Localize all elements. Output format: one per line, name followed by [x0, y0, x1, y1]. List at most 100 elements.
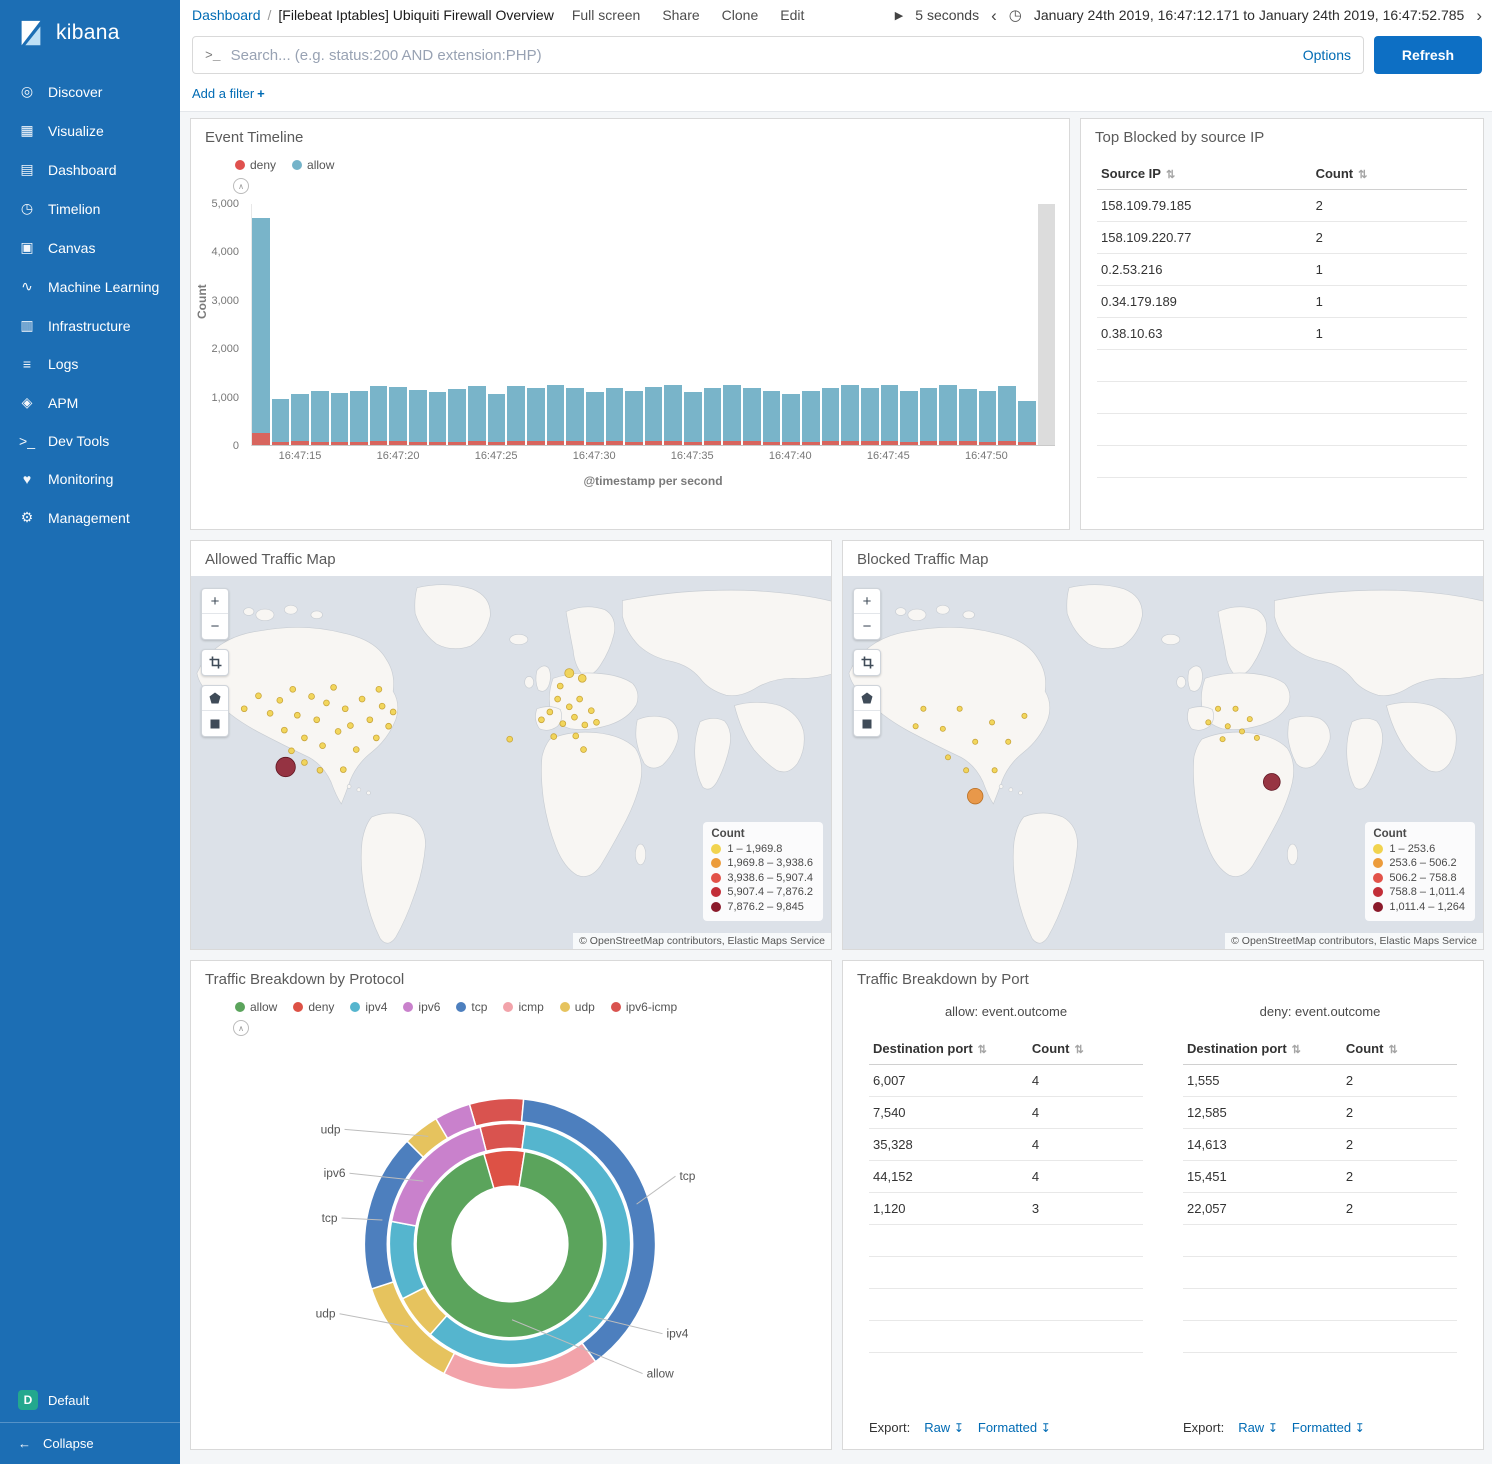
sidebar-item-monitoring[interactable]: ♥Monitoring	[0, 460, 180, 498]
map-data-point[interactable]	[989, 720, 994, 725]
column-header-count[interactable]: Count⇅	[1342, 1033, 1457, 1065]
map-data-point[interactable]	[324, 700, 330, 706]
timeline-bar[interactable]	[606, 204, 624, 445]
time-next-icon[interactable]: ›	[1476, 7, 1482, 24]
time-range[interactable]: January 24th 2019, 16:47:12.171 to Janua…	[1034, 7, 1464, 23]
timeline-bar[interactable]	[566, 204, 584, 445]
timeline-bar[interactable]	[802, 204, 820, 445]
map-data-point[interactable]	[940, 726, 945, 731]
timeline-bar[interactable]	[822, 204, 840, 445]
map-data-point[interactable]	[957, 706, 962, 711]
timeline-bar[interactable]	[311, 204, 329, 445]
map-data-point[interactable]	[1263, 774, 1280, 791]
map-data-point[interactable]	[289, 748, 295, 754]
map-data-point[interactable]	[320, 743, 326, 749]
map-data-point[interactable]	[379, 703, 385, 709]
legend-collapse-button[interactable]: ∧	[233, 1020, 249, 1036]
map-data-point[interactable]	[551, 734, 557, 740]
map-data-point[interactable]	[386, 723, 392, 729]
kibana-logo[interactable]: kibana	[0, 0, 180, 72]
search-box[interactable]: >_ Options	[192, 36, 1364, 74]
map-data-point[interactable]	[302, 760, 308, 766]
timeline-bar[interactable]	[331, 204, 349, 445]
map-data-point[interactable]	[1006, 739, 1011, 744]
timeline-bar[interactable]	[684, 204, 702, 445]
blocked-map-area[interactable]: + −	[843, 576, 1483, 949]
play-icon[interactable]: ▶	[895, 9, 903, 22]
protocol-legend-item-tcp[interactable]: tcp	[456, 1000, 487, 1014]
map-data-point[interactable]	[347, 723, 353, 729]
timeline-bar[interactable]	[861, 204, 879, 445]
map-data-point[interactable]	[373, 735, 379, 741]
protocol-legend-item-udp[interactable]: udp	[560, 1000, 595, 1014]
timeline-bar[interactable]	[1018, 204, 1036, 445]
timeline-bar[interactable]	[841, 204, 859, 445]
draw-polygon-button[interactable]	[202, 686, 228, 711]
sidebar-item-logs[interactable]: ≡Logs	[0, 345, 180, 383]
map-data-point[interactable]	[276, 757, 295, 776]
map-data-point[interactable]	[555, 696, 561, 702]
sidebar-item-machine-learning[interactable]: ∿Machine Learning	[0, 267, 180, 306]
draw-rectangle-button[interactable]	[202, 711, 228, 736]
protocol-legend-item-ipv6-icmp[interactable]: ipv6-icmp	[611, 1000, 677, 1014]
map-data-point[interactable]	[1206, 720, 1211, 725]
timeline-bar[interactable]	[547, 204, 565, 445]
map-data-point[interactable]	[945, 755, 950, 760]
timeline-bar[interactable]	[370, 204, 388, 445]
map-data-point[interactable]	[294, 712, 300, 718]
sidebar-item-timelion[interactable]: ◷Timelion	[0, 189, 180, 228]
draw-rectangle-button[interactable]	[854, 711, 880, 736]
map-data-point[interactable]	[573, 733, 579, 739]
map-data-point[interactable]	[507, 736, 513, 742]
timeline-bar[interactable]	[920, 204, 938, 445]
export-formatted-link[interactable]: Formatted ↧	[978, 1420, 1051, 1435]
timeline-bar[interactable]	[586, 204, 604, 445]
column-header-count[interactable]: Count⇅	[1312, 158, 1467, 190]
zoom-out-button[interactable]: −	[854, 614, 880, 639]
timeline-bar[interactable]	[488, 204, 506, 445]
timeline-bar[interactable]	[448, 204, 466, 445]
timeline-bar[interactable]	[350, 204, 368, 445]
search-options-link[interactable]: Options	[1303, 47, 1351, 63]
sidebar-item-management[interactable]: ⚙Management	[0, 498, 180, 537]
allowed-map-area[interactable]: + −	[191, 576, 831, 949]
export-raw-link[interactable]: Raw ↧	[1238, 1420, 1278, 1435]
refresh-button[interactable]: Refresh	[1374, 36, 1482, 74]
sunburst-segment-ipv6-icmp[interactable]	[469, 1098, 523, 1126]
map-data-point[interactable]	[390, 709, 396, 715]
sidebar-item-dev-tools[interactable]: >_Dev Tools	[0, 422, 180, 460]
map-data-point[interactable]	[992, 768, 997, 773]
map-data-point[interactable]	[547, 709, 553, 715]
sidebar-item-apm[interactable]: ◈APM	[0, 383, 180, 422]
zoom-in-button[interactable]: +	[854, 589, 880, 614]
map-data-point[interactable]	[921, 706, 926, 711]
timeline-bar[interactable]	[664, 204, 682, 445]
map-data-point[interactable]	[557, 683, 563, 689]
timeline-bar[interactable]	[507, 204, 525, 445]
map-data-point[interactable]	[572, 714, 578, 720]
timeline-bar[interactable]	[723, 204, 741, 445]
timeline-bar[interactable]	[763, 204, 781, 445]
timeline-bar[interactable]	[998, 204, 1016, 445]
fit-data-bounds-button[interactable]	[854, 650, 880, 675]
map-data-point[interactable]	[565, 669, 574, 678]
map-data-point[interactable]	[582, 722, 588, 728]
map-data-point[interactable]	[353, 747, 359, 753]
protocol-legend-item-allow[interactable]: allow	[235, 1000, 277, 1014]
timeline-bar[interactable]	[252, 204, 270, 445]
map-data-point[interactable]	[1220, 737, 1225, 742]
export-formatted-link[interactable]: Formatted ↧	[1292, 1420, 1365, 1435]
add-filter-link[interactable]: Add a filter+	[192, 86, 265, 101]
menu-share[interactable]: Share	[662, 7, 699, 23]
zoom-in-button[interactable]: +	[202, 589, 228, 614]
menu-full-screen[interactable]: Full screen	[572, 7, 640, 23]
map-data-point[interactable]	[342, 706, 348, 712]
map-data-point[interactable]	[256, 693, 262, 699]
timeline-bar[interactable]	[527, 204, 545, 445]
fit-data-bounds-button[interactable]	[202, 650, 228, 675]
menu-edit[interactable]: Edit	[780, 7, 804, 23]
map-data-point[interactable]	[581, 747, 587, 753]
map-data-point[interactable]	[281, 727, 287, 733]
map-data-point[interactable]	[290, 686, 296, 692]
map-data-point[interactable]	[277, 697, 283, 703]
